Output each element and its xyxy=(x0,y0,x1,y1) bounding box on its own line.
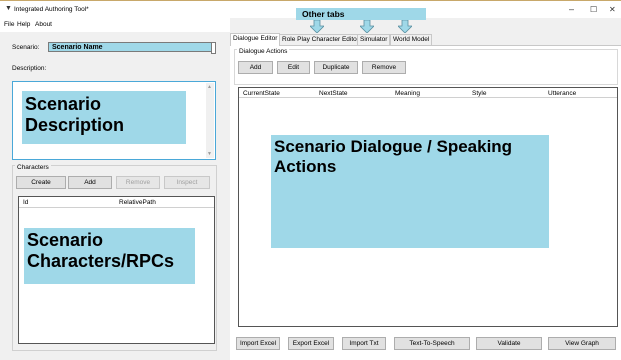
edit-dialogue-button[interactable]: Edit xyxy=(277,61,310,74)
characters-annotation: Scenario Characters/RPCs xyxy=(24,228,195,284)
column-header-relativepath[interactable]: RelativePath xyxy=(119,199,156,206)
add-dialogue-button[interactable]: Add xyxy=(238,61,273,74)
dialogue-annotation: Scenario Dialogue / Speaking Actions xyxy=(271,135,549,248)
remove-character-button[interactable]: Remove xyxy=(116,176,160,189)
down-arrow-icon xyxy=(398,20,412,33)
text-to-speech-button[interactable]: Text-To-Speech xyxy=(394,337,470,350)
tab-role-play-character-editor[interactable]: Role Play Character Editor xyxy=(279,34,362,45)
down-arrow-icon xyxy=(310,20,324,33)
tab-dialogue-editor[interactable]: Dialogue Editor xyxy=(230,33,281,46)
other-tabs-annotation: Other tabs xyxy=(296,8,426,20)
inspect-character-button[interactable]: Inspect xyxy=(164,176,210,189)
down-arrow-icon xyxy=(360,20,374,33)
table-header: CurrentState NextState Meaning Style Utt… xyxy=(239,88,617,98)
remove-dialogue-button[interactable]: Remove xyxy=(362,61,406,74)
import-txt-button[interactable]: Import Txt xyxy=(342,337,386,350)
create-character-button[interactable]: Create xyxy=(16,176,66,189)
maximize-button[interactable]: ☐ xyxy=(590,5,597,14)
column-header-nextstate[interactable]: NextState xyxy=(319,90,348,97)
tab-simulator[interactable]: Simulator xyxy=(357,34,391,45)
column-header-currentstate[interactable]: CurrentState xyxy=(243,90,280,97)
column-header-style[interactable]: Style xyxy=(472,90,486,97)
export-excel-button[interactable]: Export Excel xyxy=(288,337,334,350)
column-header-utterance[interactable]: Utterance xyxy=(548,90,576,97)
add-character-button[interactable]: Add xyxy=(68,176,112,189)
tab-strip: Dialogue Editor Role Play Character Edit… xyxy=(230,33,621,46)
characters-group-label: Characters xyxy=(15,164,51,171)
menu-help[interactable]: Help xyxy=(17,21,30,28)
scenario-label: Scenario: xyxy=(12,44,40,51)
description-scrollbar[interactable]: ▲ ▼ xyxy=(206,83,214,158)
table-header: Id RelativePath xyxy=(19,197,214,208)
menu-bar: File Help About xyxy=(0,18,230,32)
scroll-up-icon[interactable]: ▲ xyxy=(207,84,212,90)
column-header-meaning[interactable]: Meaning xyxy=(395,90,420,97)
description-label: Description: xyxy=(12,65,47,72)
close-button[interactable]: ✕ xyxy=(609,5,616,14)
dialogue-actions-label: Dialogue Actions xyxy=(237,48,290,55)
tab-world-model[interactable]: World Model xyxy=(390,34,433,45)
scroll-down-icon[interactable]: ▼ xyxy=(207,151,212,157)
menu-file[interactable]: File xyxy=(4,21,14,28)
view-graph-button[interactable]: View Graph xyxy=(548,337,616,350)
window-title: Integrated Authoring Tool* xyxy=(14,6,89,13)
column-header-id[interactable]: Id xyxy=(23,199,28,206)
duplicate-dialogue-button[interactable]: Duplicate xyxy=(314,61,358,74)
menu-about[interactable]: About xyxy=(35,21,52,28)
minimize-button[interactable]: – xyxy=(569,4,574,14)
app-icon: ▼ xyxy=(5,5,12,12)
description-annotation: Scenario Description xyxy=(22,91,186,144)
import-excel-button[interactable]: Import Excel xyxy=(236,337,280,350)
scenario-name-field[interactable]: Scenario Name xyxy=(48,42,216,54)
validate-button[interactable]: Validate xyxy=(476,337,542,350)
